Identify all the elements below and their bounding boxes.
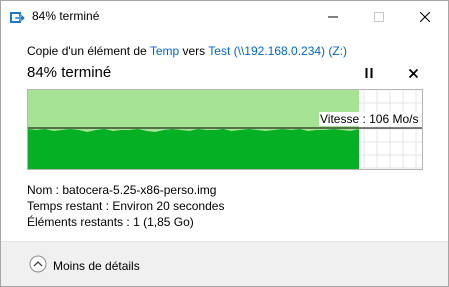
minimize-icon <box>328 16 338 17</box>
pause-button[interactable] <box>361 64 377 82</box>
copy-arrow-icon <box>10 12 25 23</box>
time-remaining-row: Temps restant : Environ 20 secondes <box>27 199 224 213</box>
minimize-button[interactable] <box>310 1 356 32</box>
title-bar[interactable]: 84% terminé <box>1 1 448 32</box>
items-remaining-row: Éléments restants : 1 (1,85 Go) <box>27 215 194 229</box>
transfer-rate-chart <box>28 90 422 169</box>
time-remaining-label: Temps restant : <box>27 199 110 213</box>
maximize-button[interactable] <box>356 1 402 32</box>
copy-middle: vers <box>179 44 209 58</box>
close-button[interactable] <box>402 1 448 32</box>
progress-heading: 84% terminé <box>27 64 112 81</box>
cancel-button[interactable] <box>405 64 421 82</box>
source-folder-link[interactable]: Temp <box>150 44 179 58</box>
close-icon <box>420 11 430 22</box>
cancel-x-icon <box>408 68 418 78</box>
transfer-rate-graph <box>27 89 423 170</box>
time-remaining-value: Environ 20 secondes <box>112 199 225 213</box>
window-title: 84% terminé <box>32 9 100 23</box>
items-remaining-value: 1 (1,85 Go) <box>133 215 194 229</box>
file-name-row: Nom : batocera-5.25-x86-perso.img <box>27 183 216 197</box>
file-name-label: Nom : <box>27 183 60 197</box>
file-name-value: batocera-5.25-x86-perso.img <box>62 183 217 197</box>
copy-dialog-window: 84% terminé Copie d'un élément de Temp v… <box>0 0 449 287</box>
fewer-details-button[interactable]: Moins de détails <box>53 259 140 273</box>
copy-description: Copie d'un élément de Temp vers Test (\\… <box>27 44 347 58</box>
throughput-area <box>28 129 359 169</box>
speed-label: Vitesse : 106 Mo/s <box>319 112 420 126</box>
copy-prefix: Copie d'un élément de <box>27 44 150 58</box>
pause-icon <box>365 68 373 78</box>
collapse-chevron-icon[interactable] <box>29 255 47 273</box>
items-remaining-label: Éléments restants : <box>27 215 130 229</box>
maximize-icon <box>374 11 384 22</box>
destination-folder-link[interactable]: Test (\\192.168.0.234) (Z:) <box>208 44 347 58</box>
